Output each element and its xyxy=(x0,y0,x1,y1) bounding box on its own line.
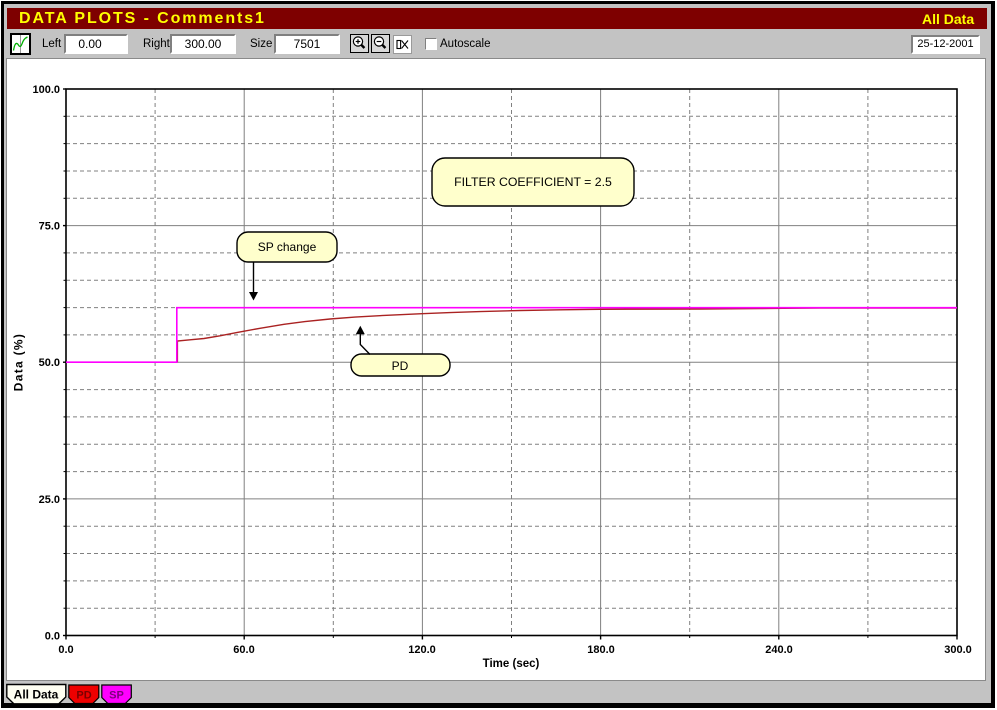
svg-text:0.0: 0.0 xyxy=(58,644,73,656)
svg-text:300.0: 300.0 xyxy=(944,644,972,656)
svg-text:180.0: 180.0 xyxy=(587,644,615,656)
svg-text:FILTER COEFFICIENT = 2.5: FILTER COEFFICIENT = 2.5 xyxy=(454,175,612,189)
svg-text:Data (%): Data (%) xyxy=(12,333,26,391)
svg-text:PD: PD xyxy=(76,690,91,702)
svg-text:240.0: 240.0 xyxy=(765,644,793,656)
svg-text:100.0: 100.0 xyxy=(32,84,60,96)
svg-text:All Data: All Data xyxy=(14,688,59,702)
svg-text:SP change: SP change xyxy=(258,240,317,254)
svg-text:120.0: 120.0 xyxy=(408,644,436,656)
svg-text:60.0: 60.0 xyxy=(233,644,254,656)
svg-text:25.0: 25.0 xyxy=(39,494,60,506)
svg-text:SP: SP xyxy=(109,690,124,702)
svg-text:50.0: 50.0 xyxy=(39,357,60,369)
svg-text:0.0: 0.0 xyxy=(45,631,60,643)
svg-text:75.0: 75.0 xyxy=(39,221,60,233)
svg-text:PD: PD xyxy=(392,359,409,373)
svg-text:Time (sec): Time (sec) xyxy=(483,658,540,670)
